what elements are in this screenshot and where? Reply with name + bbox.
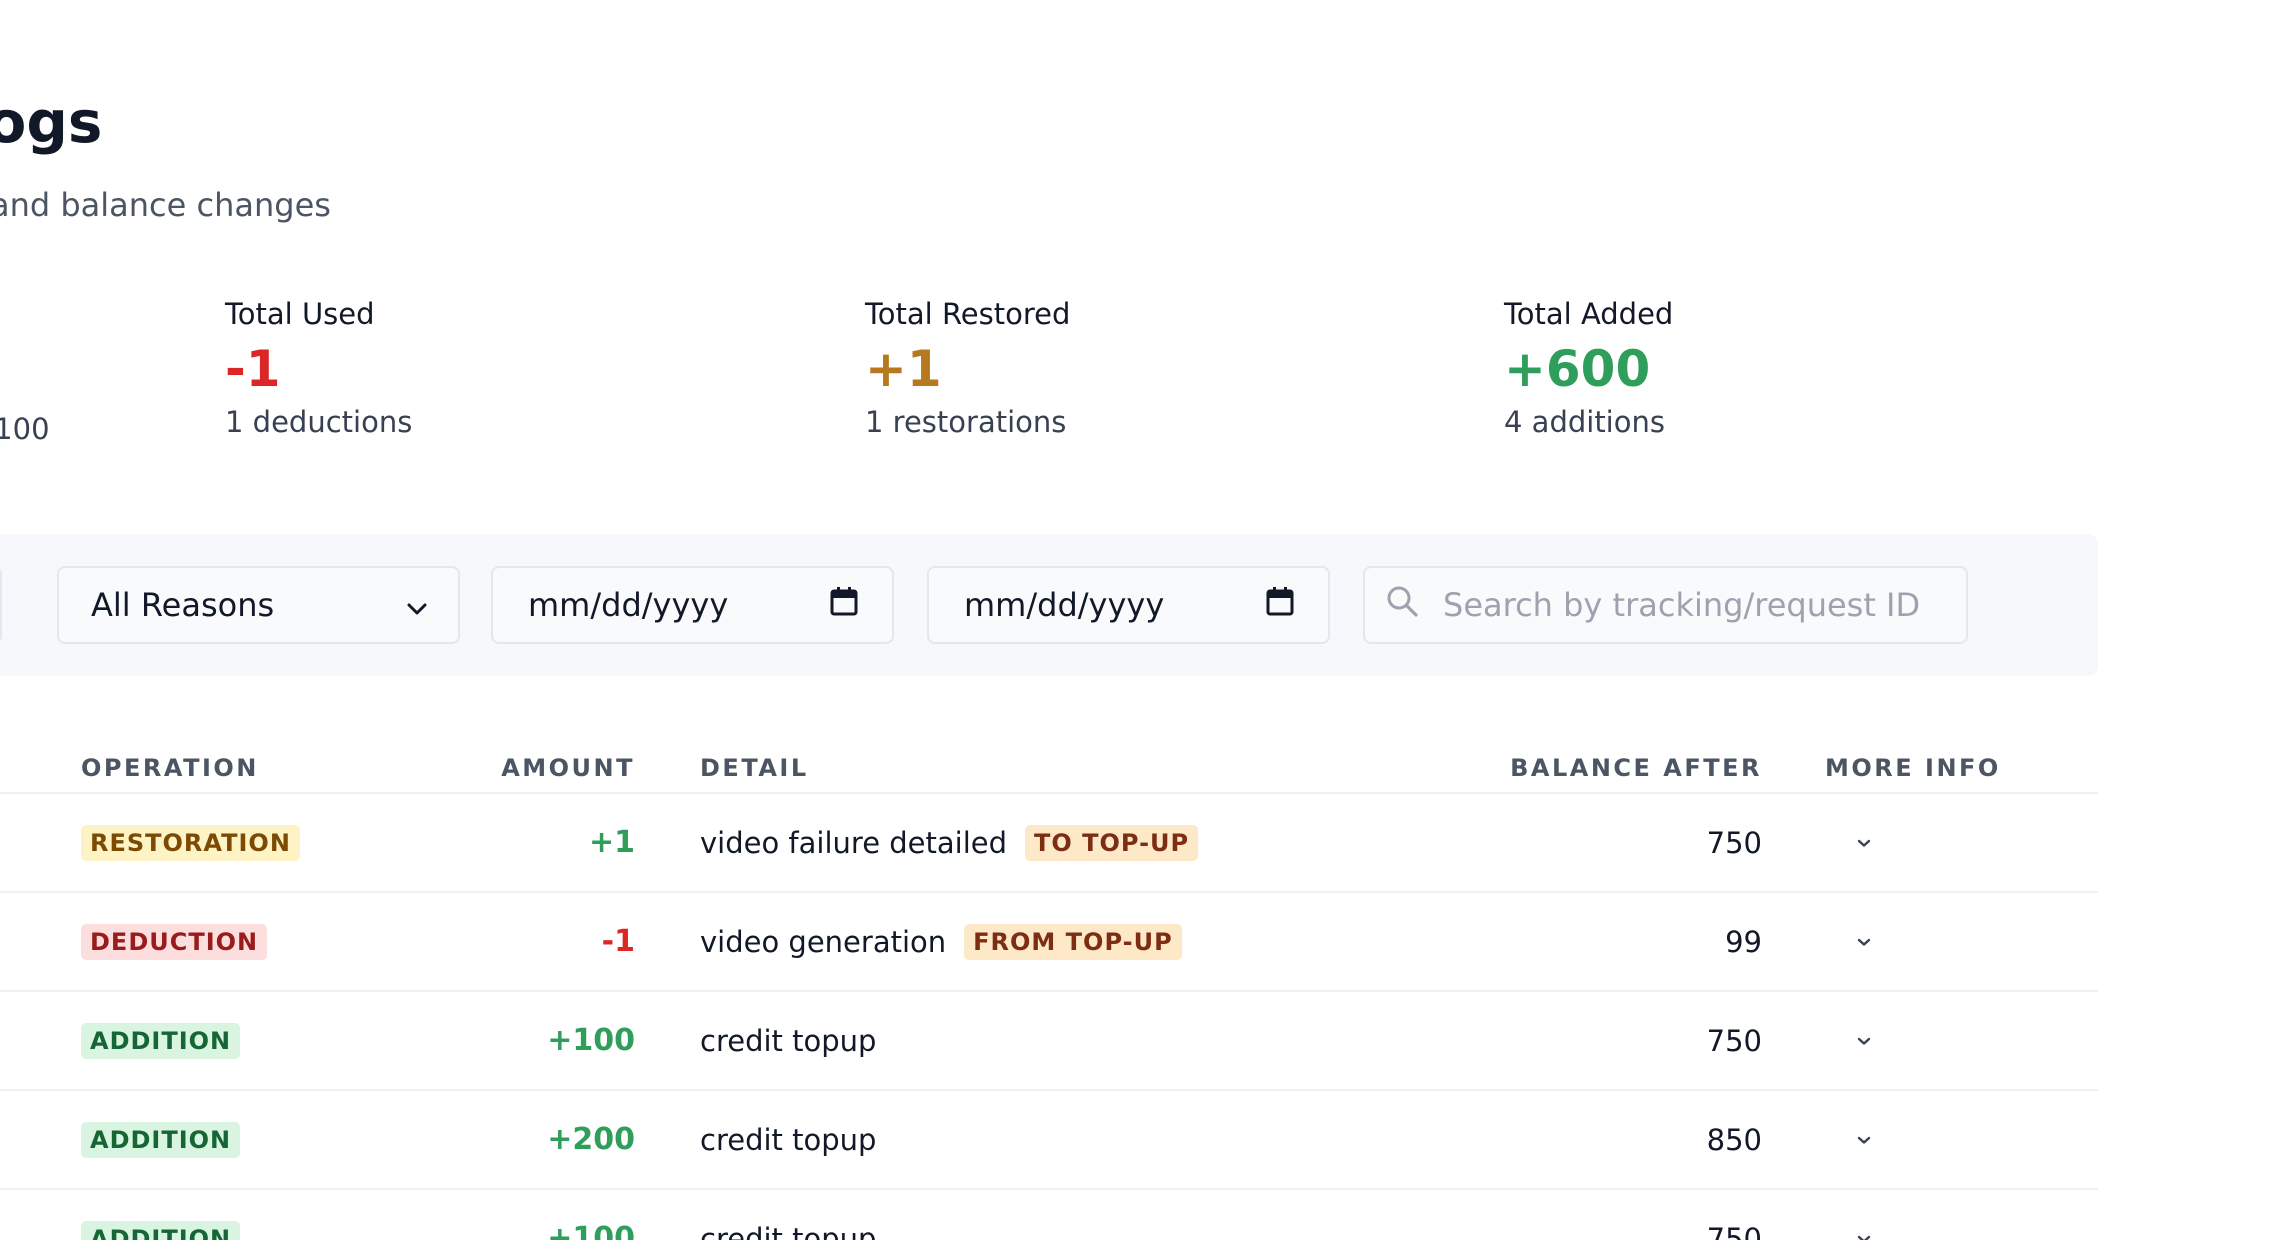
topup-tag-badge: TO TOP-UP — [1025, 824, 1199, 861]
calendar-icon[interactable] — [1266, 586, 1294, 624]
table-row: ADDITION +100 credit topup 750 — [0, 1190, 2098, 1240]
chevron-down-icon — [406, 586, 428, 624]
stat-sub: 4 additions — [1504, 405, 1665, 439]
chevron-down-icon[interactable] — [1844, 1120, 1884, 1160]
detail-text: video generation — [700, 924, 947, 959]
header-amount: AMOUNT — [501, 754, 635, 782]
table-row: ADDITION +200 credit topup 850 — [0, 1091, 2098, 1190]
stat-sub: 1 restorations — [865, 405, 1067, 439]
stat-label: Total Added — [1504, 297, 1674, 331]
topup-tag-badge: FROM TOP-UP — [964, 923, 1182, 960]
page-subtitle: istory and balance changes — [0, 186, 331, 224]
stat-value: +1 — [865, 340, 942, 398]
detail-text: credit topup — [700, 1122, 877, 1157]
amount-cell: -1 — [601, 924, 635, 959]
header-operation: OPERATION — [81, 754, 259, 782]
search-input[interactable] — [1441, 585, 1946, 625]
header-more-info: MORE INFO — [1825, 754, 2001, 782]
chevron-down-icon[interactable] — [1844, 1219, 1884, 1240]
reason-select-value: All Reasons — [91, 586, 275, 624]
chevron-down-icon[interactable] — [1844, 1021, 1884, 1061]
stat-sub: 1 deductions — [225, 405, 413, 439]
filter-select-partial[interactable] — [0, 566, 2, 644]
detail-text: credit topup — [700, 1023, 877, 1058]
page-title: e Logs — [0, 88, 103, 156]
search-field[interactable] — [1363, 566, 1968, 644]
balance-cell: 850 — [1706, 1122, 1762, 1157]
operation-badge: DEDUCTION — [81, 923, 268, 960]
stat-partial-sub: pup: 100 — [0, 412, 50, 446]
operation-badge: ADDITION — [81, 1121, 241, 1158]
table-row: ADDITION +100 credit topup 750 — [0, 992, 2098, 1091]
operation-badge: ADDITION — [81, 1220, 241, 1240]
stat-total-added: Total Added +600 4 additions — [1504, 296, 1673, 440]
detail-text: video failure detailed — [700, 825, 1008, 860]
table-row: RESTORATION +1 video failure detailed TO… — [0, 794, 2098, 893]
reason-select[interactable]: All Reasons — [57, 566, 460, 644]
amount-cell: +1 — [588, 825, 635, 860]
balance-cell: 99 — [1725, 924, 1762, 959]
header-detail: DETAIL — [700, 754, 809, 782]
operation-badge: RESTORATION — [81, 824, 300, 861]
credit-logs-page: e Logs istory and balance changes pup: 1… — [0, 0, 2280, 1240]
filter-bar: All Reasons mm/dd/yyyy mm/dd/yyyy — [0, 534, 2098, 676]
search-icon — [1385, 584, 1419, 626]
date-to-value: mm/dd/yyyy — [964, 586, 1165, 624]
stat-label: Total Restored — [865, 297, 1071, 331]
stat-value: +600 — [1504, 340, 1651, 398]
operation-badge: ADDITION — [81, 1022, 241, 1059]
stat-total-used: Total Used -1 1 deductions — [225, 296, 412, 440]
stat-value: -1 — [225, 340, 281, 398]
amount-cell: +100 — [547, 1221, 635, 1240]
stat-total-restored: Total Restored +1 1 restorations — [865, 296, 1070, 440]
table-header-row: OPERATION AMOUNT DETAIL BALANCE AFTER MO… — [0, 700, 2098, 794]
stat-label: Total Used — [225, 297, 375, 331]
date-from-input[interactable]: mm/dd/yyyy — [491, 566, 894, 644]
calendar-icon[interactable] — [830, 586, 858, 624]
amount-cell: +200 — [547, 1122, 635, 1157]
balance-cell: 750 — [1706, 825, 1762, 860]
date-from-value: mm/dd/yyyy — [528, 586, 729, 624]
date-to-input[interactable]: mm/dd/yyyy — [927, 566, 1330, 644]
table-row: DEDUCTION -1 video generation FROM TOP-U… — [0, 893, 2098, 992]
credit-log-table: OPERATION AMOUNT DETAIL BALANCE AFTER MO… — [0, 700, 2098, 1240]
balance-cell: 750 — [1706, 1221, 1762, 1240]
header-balance-after: BALANCE AFTER — [1510, 754, 1762, 782]
chevron-down-icon[interactable] — [1844, 922, 1884, 962]
detail-text: credit topup — [700, 1221, 877, 1240]
balance-cell: 750 — [1706, 1023, 1762, 1058]
amount-cell: +100 — [547, 1023, 635, 1058]
chevron-down-icon[interactable] — [1844, 823, 1884, 863]
